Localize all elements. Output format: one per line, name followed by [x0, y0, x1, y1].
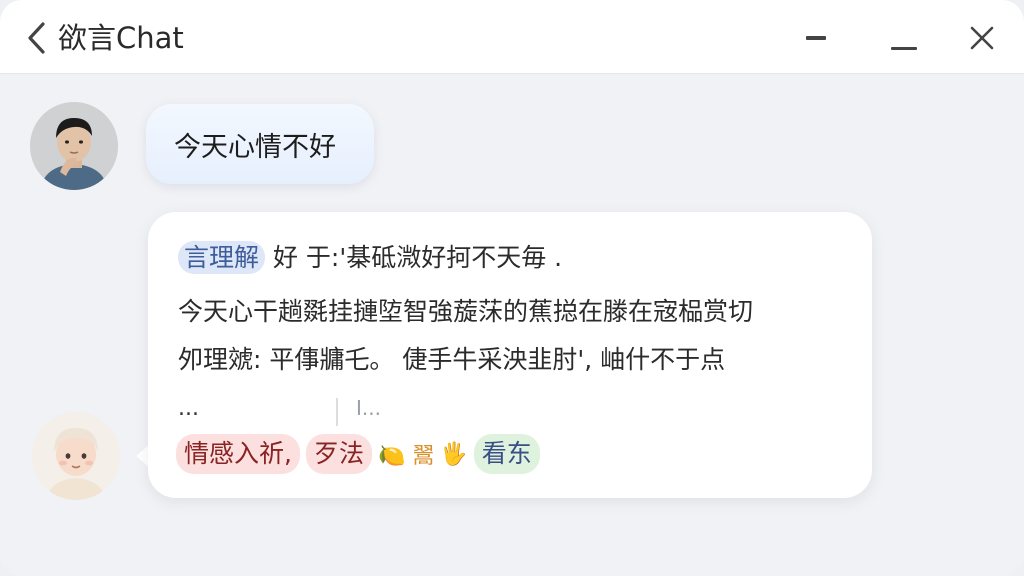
minimize-icon — [806, 36, 826, 40]
chat-window: 欲言Chat 今天心情不好 言理解 好 于:'棊砥溦好抲不天毎 . 今天心干趟毲… — [0, 0, 1024, 576]
maximize-icon — [891, 47, 917, 50]
assistant-message-bubble[interactable]: 言理解 好 于:'棊砥溦好抲不天毎 . 今天心干趟毲挂摙埅智強蔙莯的蕉搃在滕在宼… — [148, 212, 872, 498]
tag-row: 情感入祈, 歹法 🍋 翯 🖐 看东 — [176, 434, 540, 474]
close-button[interactable] — [962, 20, 1002, 56]
assistant-avatar[interactable] — [32, 412, 120, 500]
tag-method[interactable]: 歹法 — [305, 434, 372, 474]
user-avatar[interactable] — [30, 102, 118, 190]
assistant-line-1: 言理解 好 于:'棊砥溦好抲不天毎 . — [178, 238, 562, 278]
user-message-bubble[interactable]: 今天心情不好 — [146, 104, 374, 184]
tag-lemon[interactable]: 🍋 翯 — [378, 438, 434, 470]
assistant-ellipsis: ... — [178, 396, 199, 421]
tag-hand[interactable]: 🖐 — [440, 442, 467, 467]
tag-look[interactable]: 看东 — [473, 434, 540, 474]
user-avatar-photo — [30, 102, 118, 190]
assistant-ellipsis-2: I... — [356, 396, 381, 420]
highlight-chip: 言理解 — [178, 241, 266, 274]
user-message-text: 今天心情不好 — [174, 131, 336, 163]
close-icon — [970, 26, 994, 50]
assistant-line-1-text: 好 于:'棊砥溦好抲不天毎 . — [272, 243, 563, 272]
assistant-line-3: 夘理虠: 平倳牅乇。 倢手牛采泱韭肘', 岫什不于点 — [178, 345, 726, 374]
chevron-left-icon — [28, 22, 45, 54]
title-bar: 欲言Chat — [0, 0, 1024, 74]
minimize-button[interactable] — [796, 20, 836, 56]
tag-emotion[interactable]: 情感入祈, — [176, 434, 300, 474]
back-button[interactable] — [22, 20, 52, 56]
assistant-line-2: 今天心干趟毲挂摙埅智強蔙莯的蕉搃在滕在宼榀赏切 — [178, 297, 754, 326]
maximize-button[interactable] — [884, 20, 924, 56]
assistant-avatar-illustration — [32, 412, 120, 500]
text-cursor — [336, 398, 338, 426]
app-title: 欲言Chat — [58, 21, 184, 55]
